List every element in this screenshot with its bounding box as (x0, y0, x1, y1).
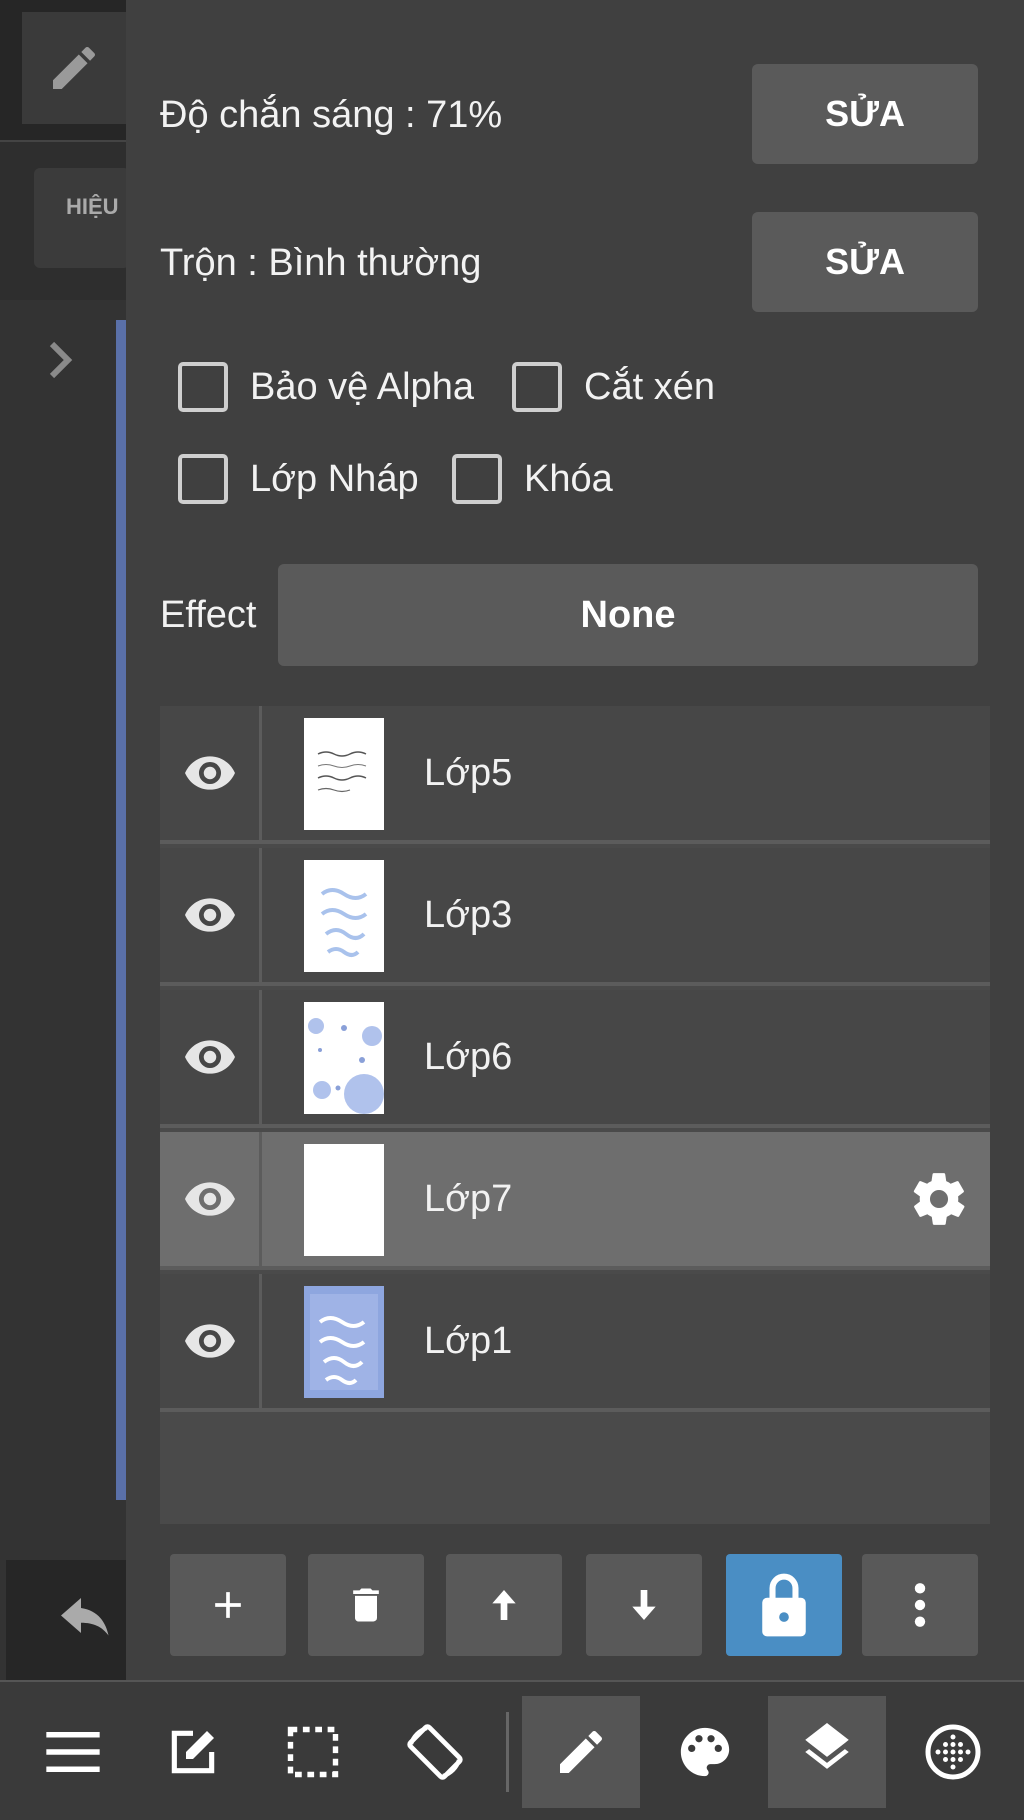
clipping-label: Cắt xén (584, 365, 715, 408)
canvas-edge (116, 320, 126, 1500)
lock-label: Khóa (524, 457, 613, 500)
layer-row[interactable]: Lớp3 (160, 848, 990, 986)
layer-name: Lớp3 (424, 894, 513, 936)
effect-label: Effect (160, 594, 257, 636)
visibility-toggle[interactable] (160, 990, 262, 1124)
blend-label: Trộn : Bình thường (160, 242, 482, 284)
pen-tool-button[interactable] (522, 1696, 640, 1808)
visibility-toggle[interactable] (160, 848, 262, 982)
layers-button[interactable] (768, 1696, 886, 1808)
layer-name: Lớp5 (424, 752, 513, 794)
grid-icon (925, 1724, 981, 1780)
delete-layer-button[interactable] (308, 1554, 424, 1656)
effect-tab[interactable]: HIỆU (34, 168, 130, 268)
layers-icon (805, 1723, 849, 1769)
lock-checkbox[interactable] (452, 454, 502, 504)
eye-icon (184, 1324, 235, 1358)
eye-icon (184, 1040, 235, 1074)
layer-name: Lớp7 (424, 1178, 513, 1220)
visibility-toggle[interactable] (160, 1132, 262, 1266)
blend-edit-button[interactable]: SỬA (752, 212, 978, 312)
lock-checkbox-row[interactable]: Khóa (452, 454, 613, 504)
more-vertical-icon (914, 1583, 926, 1627)
lock-layer-button[interactable] (726, 1554, 842, 1656)
effect-tab-label: HIỆU (66, 194, 119, 219)
layer-row[interactable]: Lớp5 (160, 706, 990, 844)
chevron-right-icon[interactable] (44, 336, 78, 384)
grid-button[interactable] (894, 1696, 1012, 1808)
eye-icon (184, 756, 235, 790)
layer-row[interactable]: Lớp6 (160, 990, 990, 1128)
draft-layer-checkbox-row[interactable]: Lớp Nháp (178, 454, 419, 504)
clipping-checkbox-row[interactable]: Cắt xén (512, 362, 715, 412)
edit-canvas-icon (171, 1730, 215, 1774)
arrow-up-icon (492, 1590, 516, 1620)
menu-icon (46, 1732, 100, 1772)
gear-icon[interactable] (908, 1168, 970, 1230)
opacity-label: Độ chắn sáng : 71% (160, 94, 503, 136)
rotate-canvas-button[interactable] (376, 1696, 494, 1808)
toolbar-divider (506, 1712, 509, 1792)
layer-thumbnail (304, 860, 384, 972)
rotate-icon (407, 1724, 463, 1780)
eye-icon (184, 1182, 235, 1216)
trash-icon (353, 1588, 379, 1622)
pencil-icon (560, 1730, 603, 1773)
opacity-edit-button[interactable]: SỬA (752, 64, 978, 164)
add-layer-button[interactable] (170, 1554, 286, 1656)
draft-layer-label: Lớp Nháp (250, 457, 419, 500)
visibility-toggle[interactable] (160, 1274, 262, 1408)
layer-thumbnail (304, 718, 384, 830)
selection-icon (287, 1726, 339, 1778)
layer-list: Lớp5 Lớp3 Lớp6 Lớp7 Lớp1 (160, 706, 990, 1524)
move-layer-up-button[interactable] (446, 1554, 562, 1656)
layer-name: Lớp6 (424, 1036, 513, 1078)
pencil-tool-button[interactable] (22, 12, 126, 124)
layer-thumbnail (304, 1144, 384, 1256)
alpha-protect-label: Bảo vệ Alpha (250, 365, 474, 408)
eye-icon (184, 898, 235, 932)
layer-row[interactable]: Lớp1 (160, 1274, 990, 1412)
alpha-protect-checkbox-row[interactable]: Bảo vệ Alpha (178, 362, 474, 412)
arrow-down-icon (632, 1590, 656, 1620)
add-icon (215, 1592, 241, 1618)
layer-name: Lớp1 (424, 1320, 513, 1362)
color-palette-button[interactable] (646, 1696, 764, 1808)
draft-layer-checkbox[interactable] (178, 454, 228, 504)
menu-button[interactable] (14, 1696, 132, 1808)
undo-icon[interactable] (56, 1598, 116, 1648)
palette-icon (680, 1727, 730, 1777)
edit-canvas-button[interactable] (134, 1696, 252, 1808)
alpha-protect-checkbox[interactable] (178, 362, 228, 412)
lock-icon (762, 1573, 806, 1637)
pencil-icon (53, 46, 96, 89)
more-options-button[interactable] (862, 1554, 978, 1656)
layer-row[interactable]: Lớp7 (160, 1132, 990, 1270)
move-layer-down-button[interactable] (586, 1554, 702, 1656)
layer-thumbnail (304, 1286, 384, 1398)
effect-select-button[interactable]: None (278, 564, 978, 666)
layer-thumbnail (304, 1002, 384, 1114)
bottom-toolbar (0, 1680, 1024, 1820)
clipping-checkbox[interactable] (512, 362, 562, 412)
visibility-toggle[interactable] (160, 706, 262, 840)
selection-button[interactable] (254, 1696, 372, 1808)
